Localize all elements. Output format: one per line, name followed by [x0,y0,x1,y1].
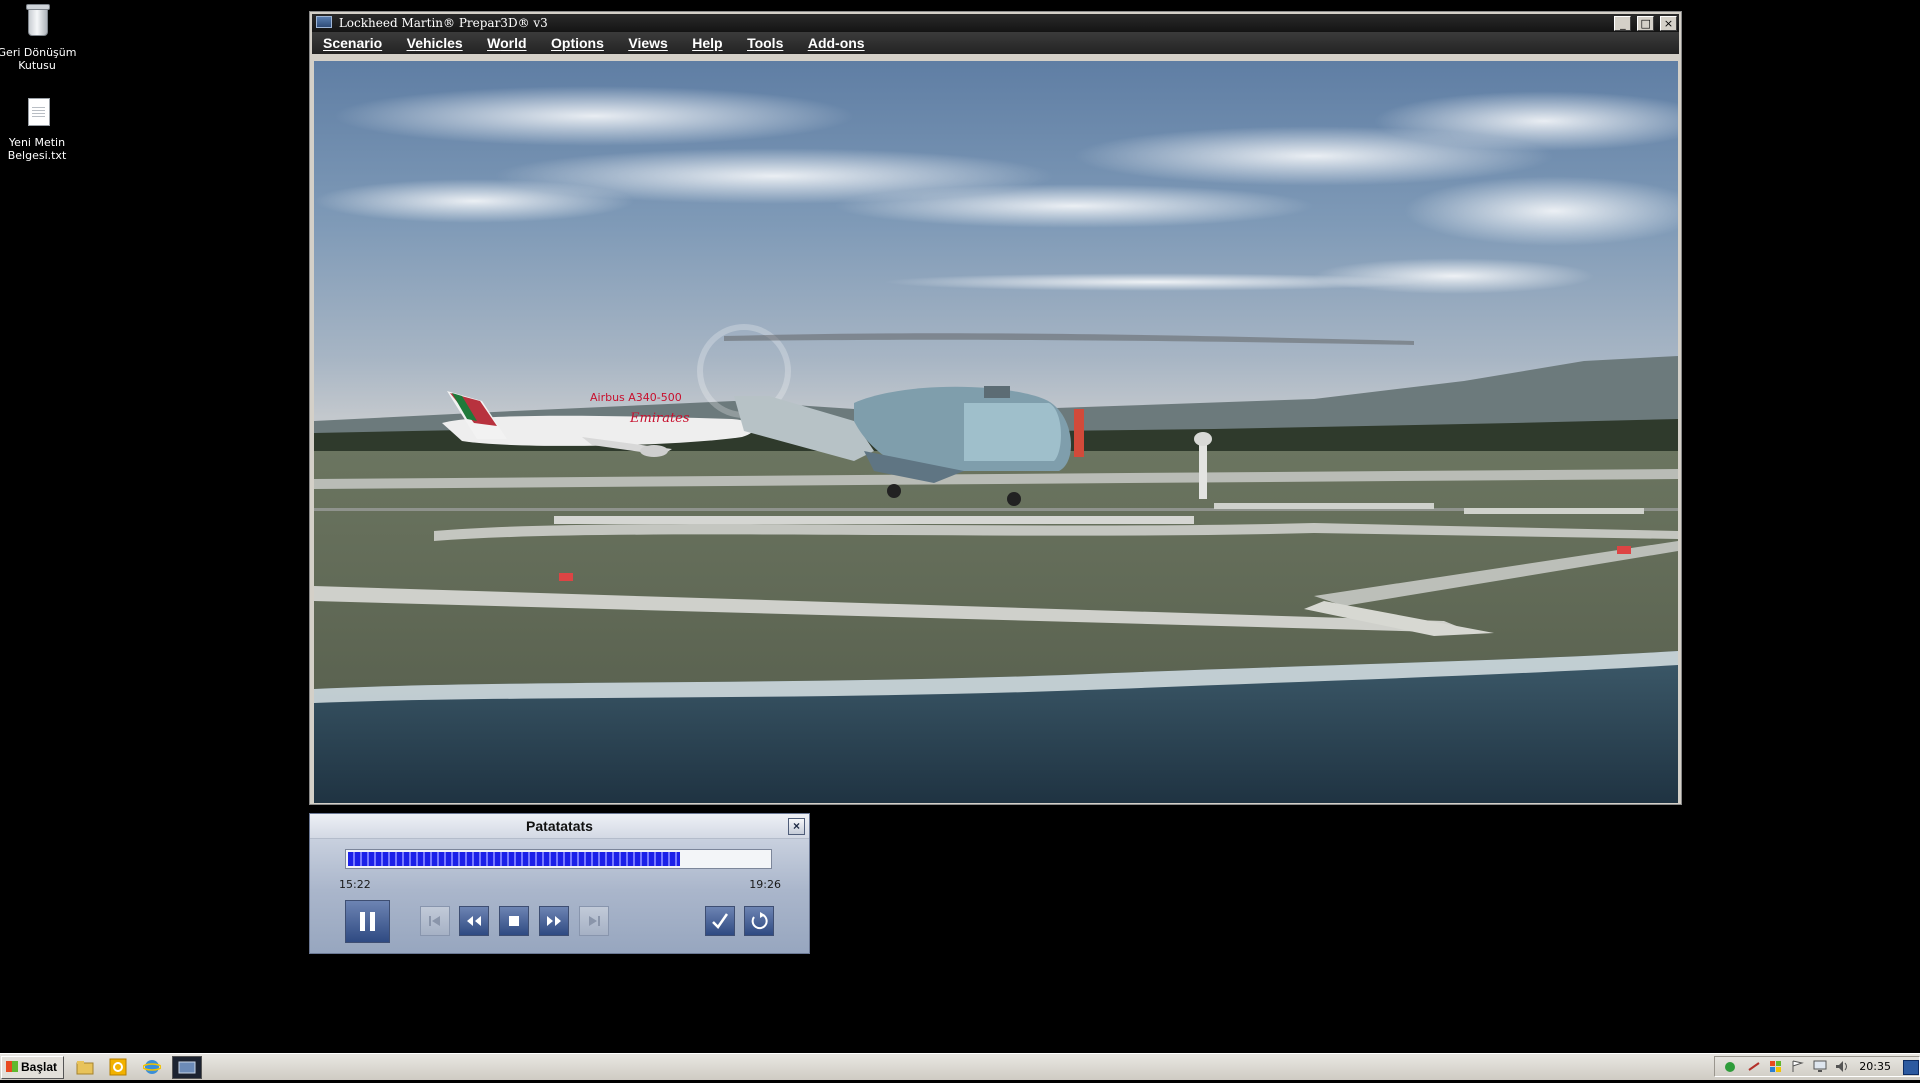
windows-logo-icon [6,1061,18,1072]
skip-to-end-icon [589,916,600,926]
outlook-icon[interactable] [109,1058,127,1076]
menu-scenario[interactable]: Scenario [312,32,391,54]
stop-icon [509,916,519,926]
desktop-icon-label: Geri Dönüşüm Kutusu [0,46,77,72]
simulation-viewport[interactable]: Emirates Airbus A340-500 [314,61,1678,803]
menu-options[interactable]: Options [540,32,613,54]
start-label: Başlat [21,1060,58,1074]
close-button[interactable]: × [1660,16,1677,31]
taskbar: Başlat 20:35 [0,1053,1920,1080]
pause-button[interactable] [345,900,390,943]
menu-help[interactable]: Help [681,32,731,54]
desktop-icon-text-file[interactable]: Yeni Metin Belgesi.txt [0,96,77,162]
explorer-icon[interactable] [76,1058,94,1076]
accept-button[interactable] [705,906,735,936]
skip-to-start-icon [429,916,440,926]
show-desktop-icon[interactable] [1903,1060,1919,1075]
skip-to-start-button[interactable] [420,906,450,936]
replay-dialog: Patatatats × 15:22 19:26 [309,813,810,954]
menu-views[interactable]: Views [617,32,676,54]
skip-to-end-button[interactable] [579,906,609,936]
restart-button[interactable] [744,906,774,936]
system-tray: 20:35 [1714,1056,1920,1077]
replay-progress-fill [348,852,680,866]
fast-forward-button[interactable] [539,906,569,936]
pause-icon [360,912,375,931]
monitor-icon[interactable] [1813,1060,1827,1073]
clouds [314,86,1678,294]
rewind-icon [467,916,481,926]
dialog-title[interactable]: Patatatats [310,814,809,839]
prepar3d-icon[interactable] [172,1056,202,1079]
rewind-button[interactable] [459,906,489,936]
dialog-close-button[interactable]: × [788,818,805,835]
network-icon[interactable] [1747,1060,1761,1073]
recycle-bin-icon [26,4,50,36]
replay-start-time: 15:22 [339,878,371,891]
window-title: Lockheed Martin® Prepar3D® v3 [338,16,548,30]
menu-vehicles[interactable]: Vehicles [396,32,472,54]
replay-progress-bar[interactable] [345,849,772,869]
stop-button[interactable] [499,906,529,936]
start-button[interactable]: Başlat [1,1056,65,1079]
security-icon[interactable] [1723,1060,1737,1073]
menu-tools[interactable]: Tools [736,32,792,54]
minimize-button[interactable]: _ [1614,16,1632,31]
replay-end-time: 19:26 [749,878,781,891]
checkmark-icon [712,913,729,929]
menu-add-ons[interactable]: Add-ons [797,32,874,54]
fast-forward-icon [547,916,561,926]
flag-icon[interactable] [1791,1060,1805,1073]
internet-explorer-icon[interactable] [142,1058,162,1076]
app-icon [316,16,332,28]
airline-livery-text: Emirates [629,411,690,426]
desktop-icon-recycle-bin[interactable]: Geri Dönüşüm Kutusu [0,4,77,72]
window-titlebar[interactable]: Lockheed Martin® Prepar3D® v3 _ □ × [312,14,1679,32]
menu-world[interactable]: World [476,32,535,54]
simulation-scene: Emirates Airbus A340-500 [314,86,1678,803]
maximize-button[interactable]: □ [1637,16,1655,31]
text-file-icon [28,98,50,126]
restart-icon [751,912,768,930]
windows-update-icon[interactable] [1769,1060,1783,1073]
menu-bar: Scenario Vehicles World Options Views He… [312,32,1679,54]
volume-icon[interactable] [1835,1060,1849,1073]
prepar3d-window: Lockheed Martin® Prepar3D® v3 _ □ × Scen… [309,11,1682,805]
aircraft-label: Airbus A340-500 [590,391,682,404]
clock[interactable]: 20:35 [1859,1060,1891,1073]
desktop-icon-label: Yeni Metin Belgesi.txt [7,136,67,162]
